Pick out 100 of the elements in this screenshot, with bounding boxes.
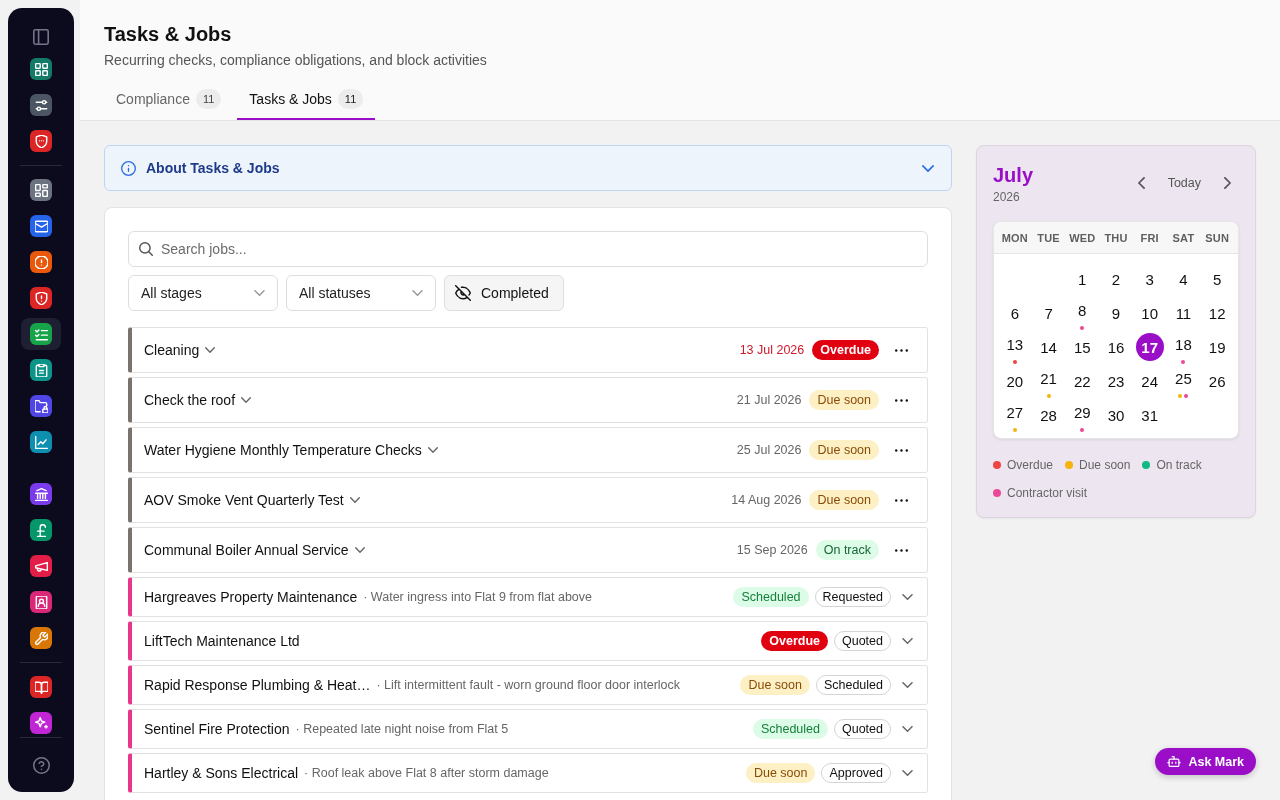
calendar-day[interactable]: 22 bbox=[1068, 367, 1097, 395]
calendar-day[interactable]: 14 bbox=[1034, 333, 1063, 361]
contractor-name: Rapid Response Plumbing & Heat… bbox=[144, 677, 371, 693]
contractor-name: Sentinel Fire Protection bbox=[144, 721, 290, 737]
count-badge: 11 bbox=[337, 89, 364, 109]
calendar-day[interactable]: 8 bbox=[1068, 296, 1097, 325]
weekday-label: SAT bbox=[1171, 231, 1196, 244]
calendar-day[interactable]: 29 bbox=[1068, 398, 1097, 427]
weekday-label: THU bbox=[1103, 231, 1129, 244]
chevron-down-icon bbox=[922, 164, 934, 172]
weekday-label: FRI bbox=[1139, 231, 1160, 244]
calendar-day[interactable]: 5 bbox=[1203, 265, 1232, 293]
calendar-day[interactable]: 27 bbox=[1000, 398, 1029, 427]
task-title-toggle[interactable]: Cleaning bbox=[144, 342, 216, 358]
weekday-label: TUE bbox=[1036, 231, 1061, 244]
count-badge: 11 bbox=[195, 89, 222, 109]
calendar-day[interactable]: 28 bbox=[1034, 401, 1063, 429]
tab[interactable]: Tasks & Jobs 11 bbox=[237, 80, 376, 120]
today-button[interactable]: Today bbox=[1161, 172, 1207, 194]
calendar-day[interactable]: 25 bbox=[1169, 364, 1198, 393]
due-date: 15 Sep 2026 bbox=[736, 543, 808, 557]
chevron-down-icon bbox=[241, 397, 252, 403]
legend-label: Overdue bbox=[1007, 458, 1054, 472]
chevron-down-icon bbox=[254, 290, 265, 296]
task-title-toggle[interactable]: Water Hygiene Monthly Temperature Checks bbox=[144, 442, 438, 458]
about-banner[interactable]: About Tasks & Jobs bbox=[104, 145, 952, 191]
sidebar-nav-button[interactable] bbox=[21, 318, 61, 350]
calendar-day[interactable]: 13 bbox=[1000, 330, 1029, 359]
more-icon bbox=[894, 548, 908, 552]
search-field[interactable]: Search jobs... bbox=[128, 231, 928, 267]
legend-label: Contractor visit bbox=[1007, 486, 1088, 500]
weekday-label: SUN bbox=[1204, 231, 1231, 244]
calendar-day[interactable]: 2 bbox=[1102, 265, 1130, 293]
calendar-day[interactable]: 18 bbox=[1169, 330, 1198, 359]
status-badge: On track bbox=[815, 540, 879, 560]
calendar-day[interactable]: 17 bbox=[1135, 333, 1164, 361]
filter-toggle-button[interactable]: Completed bbox=[444, 275, 564, 311]
weekday-label: WED bbox=[1068, 231, 1097, 244]
status-badge: Overdue bbox=[812, 340, 879, 360]
calendar-day[interactable]: 20 bbox=[1000, 367, 1029, 395]
weekday-label: MON bbox=[1000, 231, 1029, 244]
more-icon bbox=[894, 448, 908, 452]
filter-dropdown[interactable]: All stages bbox=[128, 275, 278, 311]
status-badge: Due soon bbox=[745, 763, 816, 783]
calendar-day[interactable]: 6 bbox=[1000, 299, 1029, 327]
calendar-day[interactable]: 16 bbox=[1102, 333, 1130, 361]
ask-assistant-button[interactable]: Ask Mark bbox=[1155, 748, 1256, 775]
chevron-down-icon bbox=[901, 770, 913, 776]
legend-label: Due soon bbox=[1079, 458, 1131, 472]
calendar-day[interactable]: 4 bbox=[1169, 265, 1198, 293]
due-date: 25 Jul 2026 bbox=[736, 443, 802, 457]
task-title-toggle[interactable]: Check the roof bbox=[144, 392, 252, 408]
robot-icon bbox=[1167, 756, 1182, 767]
calendar-day[interactable]: 21 bbox=[1034, 364, 1063, 393]
calendar-day[interactable]: 9 bbox=[1102, 299, 1130, 327]
search-icon bbox=[139, 242, 153, 256]
month-title: July bbox=[993, 163, 1034, 187]
stage-badge: Quoted bbox=[834, 631, 891, 651]
chevron-down-icon bbox=[901, 726, 913, 732]
eye-off-icon bbox=[455, 285, 471, 301]
calendar-day[interactable]: 31 bbox=[1135, 401, 1164, 429]
status-badge: Due soon bbox=[740, 675, 810, 695]
task-title-toggle[interactable]: Communal Boiler Annual Service bbox=[144, 542, 365, 558]
job-description: · Repeated late night noise from Flat 5 bbox=[295, 722, 509, 736]
calendar-day[interactable]: 12 bbox=[1203, 299, 1232, 327]
chevron-down-icon bbox=[901, 594, 913, 600]
calendar-day[interactable]: 1 bbox=[1068, 265, 1097, 293]
legend-label: On track bbox=[1156, 458, 1202, 472]
status-badge: Scheduled bbox=[752, 719, 828, 739]
chevron-down-icon bbox=[205, 347, 216, 353]
more-icon bbox=[894, 398, 908, 402]
calendar-day[interactable]: 23 bbox=[1102, 367, 1130, 395]
contractor-name: Hartley & Sons Electrical bbox=[144, 765, 299, 781]
calendar-day[interactable]: 10 bbox=[1135, 299, 1164, 327]
stage-badge: Scheduled bbox=[815, 675, 891, 695]
calendar-day[interactable]: 26 bbox=[1203, 367, 1232, 395]
status-badge: Due soon bbox=[809, 490, 879, 510]
contractor-name: Hargreaves Property Maintenance bbox=[144, 589, 358, 605]
calendar-day[interactable]: 11 bbox=[1169, 299, 1198, 327]
status-badge: Due soon bbox=[809, 440, 879, 460]
task-title-toggle[interactable]: AOV Smoke Vent Quarterly Test bbox=[144, 492, 360, 508]
page-subtitle: Recurring checks, compliance obligations, and block activities bbox=[104, 51, 488, 70]
status-badge: Due soon bbox=[809, 390, 879, 410]
stage-badge: Quoted bbox=[834, 719, 891, 739]
filter-dropdown[interactable]: All statuses bbox=[286, 275, 436, 311]
calendar-day[interactable]: 7 bbox=[1034, 299, 1063, 327]
calendar-day[interactable]: 24 bbox=[1135, 367, 1164, 395]
stage-badge: Approved bbox=[821, 763, 891, 783]
year-label: 2026 bbox=[993, 189, 1021, 205]
calendar-day[interactable]: 30 bbox=[1102, 401, 1130, 429]
calendar-day[interactable]: 19 bbox=[1203, 333, 1232, 361]
chevron-down-icon bbox=[901, 682, 913, 688]
stage-badge: Requested bbox=[814, 587, 891, 607]
job-description: · Water ingress into Flat 9 from flat above bbox=[363, 590, 593, 604]
due-date: 13 Jul 2026 bbox=[739, 343, 805, 357]
tab[interactable]: Compliance 11 bbox=[104, 80, 234, 120]
calendar-day[interactable]: 15 bbox=[1068, 333, 1097, 361]
chevron-down-icon bbox=[427, 447, 438, 453]
calendar-day[interactable]: 3 bbox=[1135, 265, 1164, 293]
chevron-right-icon bbox=[1223, 177, 1231, 189]
